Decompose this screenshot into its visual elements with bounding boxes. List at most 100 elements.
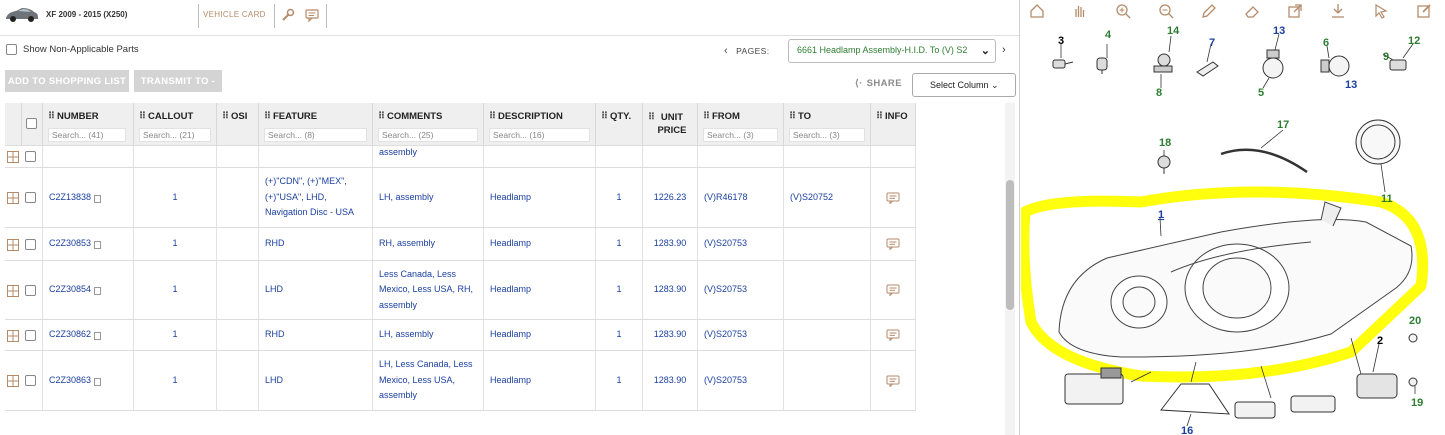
callout-19[interactable]: 19 (1411, 397, 1423, 409)
note-icon[interactable] (886, 375, 900, 387)
to-search-input[interactable]: Search... (3) (789, 128, 865, 142)
copy-icon[interactable] (94, 194, 102, 203)
table-row[interactable]: C2Z30853 1 RHD RH, assembly Headlamp 1 1283.90… (5, 228, 916, 261)
table-row[interactable]: C2Z30863 1 LHD LH, Less Canada, Less Mexico… (5, 351, 916, 411)
expand-grid-icon[interactable] (7, 238, 19, 251)
callout-5[interactable]: 5 (1258, 87, 1264, 99)
cell-number[interactable]: C2Z30863 (43, 351, 134, 410)
from-search-input[interactable]: Search... (3) (703, 128, 778, 142)
callout-9[interactable]: 9 (1383, 51, 1389, 63)
number-search-input[interactable]: Search... (41) (48, 128, 126, 142)
show-non-applicable-toggle[interactable]: Show Non-Applicable Parts (6, 44, 139, 55)
comment-icon[interactable] (304, 7, 320, 23)
pencil-icon[interactable] (1200, 2, 1218, 20)
headlamp-exploded-diagram[interactable]: 3 4 148713561391218171112021916 (1021, 22, 1445, 435)
feature-search-input[interactable]: Search... (8) (264, 128, 367, 142)
row-checkbox[interactable] (25, 375, 36, 386)
row-checkbox[interactable] (25, 151, 36, 162)
copy-icon[interactable] (94, 377, 102, 386)
callout-13[interactable]: 13 (1273, 25, 1285, 37)
callout-search-input[interactable]: Search... (21) (139, 128, 211, 142)
header-osi[interactable]: ⠿ OSI (217, 103, 259, 146)
callout-3[interactable]: 3 (1058, 35, 1064, 47)
cell-number[interactable]: C2Z30862 (43, 320, 134, 350)
cell-osi[interactable] (217, 320, 259, 350)
vehicle-card-tab[interactable]: VEHICLE CARD (203, 10, 266, 19)
pages-dropdown[interactable]: 6661 Headlamp Assembly-H.I.D. To (V) S2 … (788, 39, 996, 63)
header-info[interactable]: ⠿ INFO (871, 103, 916, 146)
row-checkbox[interactable] (25, 238, 36, 250)
cell-osi[interactable] (217, 168, 259, 227)
hand-icon[interactable] (1071, 2, 1089, 20)
zoom-out-icon[interactable] (1157, 2, 1175, 20)
previous-page-icon[interactable]: ‹ (724, 45, 728, 57)
callout-1[interactable]: 1 (1158, 209, 1164, 221)
share-button[interactable]: ⟨· SHARE (855, 78, 902, 89)
copy-icon[interactable] (94, 241, 102, 249)
download-icon[interactable] (1329, 2, 1347, 20)
header-feature[interactable]: ⠿ FEATURE Search... (8) (259, 103, 373, 146)
expand-grid-icon[interactable] (7, 284, 19, 297)
eraser-icon[interactable] (1243, 2, 1261, 20)
header-to[interactable]: ⠿ TO Search... (3) (784, 103, 871, 146)
row-checkbox[interactable] (25, 192, 36, 203)
callout-18[interactable]: 18 (1159, 137, 1171, 149)
zoom-in-icon[interactable] (1114, 2, 1132, 20)
cell-number[interactable]: C2Z13838 (43, 168, 134, 227)
table-row[interactable]: C2Z30854 1 LHD Less Canada, Less Mexico, Le… (5, 261, 916, 320)
callout-6[interactable]: 6 (1323, 37, 1329, 49)
note-icon[interactable] (886, 192, 900, 204)
expand-grid-icon[interactable] (7, 192, 19, 204)
cell-number[interactable]: C2Z30854 (43, 261, 134, 319)
cell-osi[interactable] (217, 261, 259, 319)
callout-7[interactable]: 7 (1209, 37, 1215, 49)
wrench-icon[interactable] (280, 7, 296, 23)
cell-to (784, 228, 871, 260)
cell-osi[interactable] (217, 351, 259, 410)
expand-grid-icon[interactable] (7, 375, 19, 387)
callout-20[interactable]: 20 (1409, 315, 1421, 327)
note-icon[interactable] (886, 284, 900, 296)
next-page-icon[interactable]: › (1002, 44, 1006, 56)
header-unit-price[interactable]: ⠿ UNIT PRICE (643, 103, 698, 146)
callout-4[interactable]: 4 (1105, 29, 1112, 41)
callout-14[interactable]: 14 (1167, 25, 1180, 37)
cell-osi[interactable] (217, 228, 259, 260)
copy-icon[interactable] (94, 287, 102, 295)
description-search-input[interactable]: Search... (16) (489, 128, 590, 142)
expand-grid-icon[interactable] (7, 151, 19, 163)
table-scrollbar-thumb[interactable] (1006, 180, 1014, 310)
header-from[interactable]: ⠿ FROM Search... (3) (698, 103, 784, 146)
callout-11[interactable]: 11 (1381, 193, 1393, 205)
row-checkbox[interactable] (25, 329, 36, 341)
callout-12[interactable]: 12 (1408, 35, 1420, 47)
header-description[interactable]: ⠿ DESCRIPTION Search... (16) (484, 103, 596, 146)
home-icon[interactable] (1028, 2, 1046, 20)
callout-17[interactable]: 17 (1277, 119, 1289, 131)
callout-16[interactable]: 16 (1181, 425, 1193, 435)
external-link-icon[interactable] (1286, 2, 1304, 20)
select-column-dropdown[interactable]: Select Column ⌄ (912, 73, 1016, 97)
header-qty[interactable]: ⠿ QTY. (596, 103, 643, 146)
header-callout[interactable]: ⠿ CALLOUT Search... (21) (134, 103, 217, 146)
row-checkbox[interactable] (25, 284, 36, 296)
show-non-applicable-checkbox[interactable] (6, 44, 17, 55)
edit-icon[interactable] (1415, 2, 1433, 20)
header-comments[interactable]: ⠿ COMMENTS Search... (25) (373, 103, 484, 146)
callout-2[interactable]: 2 (1377, 335, 1383, 347)
transmit-to-button[interactable]: TRANSMIT TO - (134, 70, 222, 92)
note-icon[interactable] (886, 329, 900, 341)
header-number[interactable]: ⠿ NUMBER Search... (41) (43, 103, 134, 146)
expand-grid-icon[interactable] (7, 329, 19, 342)
copy-icon[interactable] (94, 332, 102, 340)
comments-search-input[interactable]: Search... (25) (378, 128, 478, 142)
callout-13[interactable]: 13 (1345, 79, 1357, 91)
select-all-checkbox[interactable] (26, 118, 37, 129)
table-row[interactable]: C2Z13838 1 (+)"CDN", (+)"MEX", (+)"USA", L… (5, 168, 916, 228)
callout-8[interactable]: 8 (1156, 87, 1162, 99)
add-to-shopping-list-button[interactable]: ADD TO SHOPPING LIST (5, 70, 129, 92)
cell-number[interactable]: C2Z30853 (43, 228, 134, 260)
note-icon[interactable] (886, 238, 900, 250)
pointer-icon[interactable] (1372, 2, 1390, 20)
table-row[interactable]: C2Z30862 1 RHD LH, assembly Headlamp 1 1283.90… (5, 320, 916, 351)
